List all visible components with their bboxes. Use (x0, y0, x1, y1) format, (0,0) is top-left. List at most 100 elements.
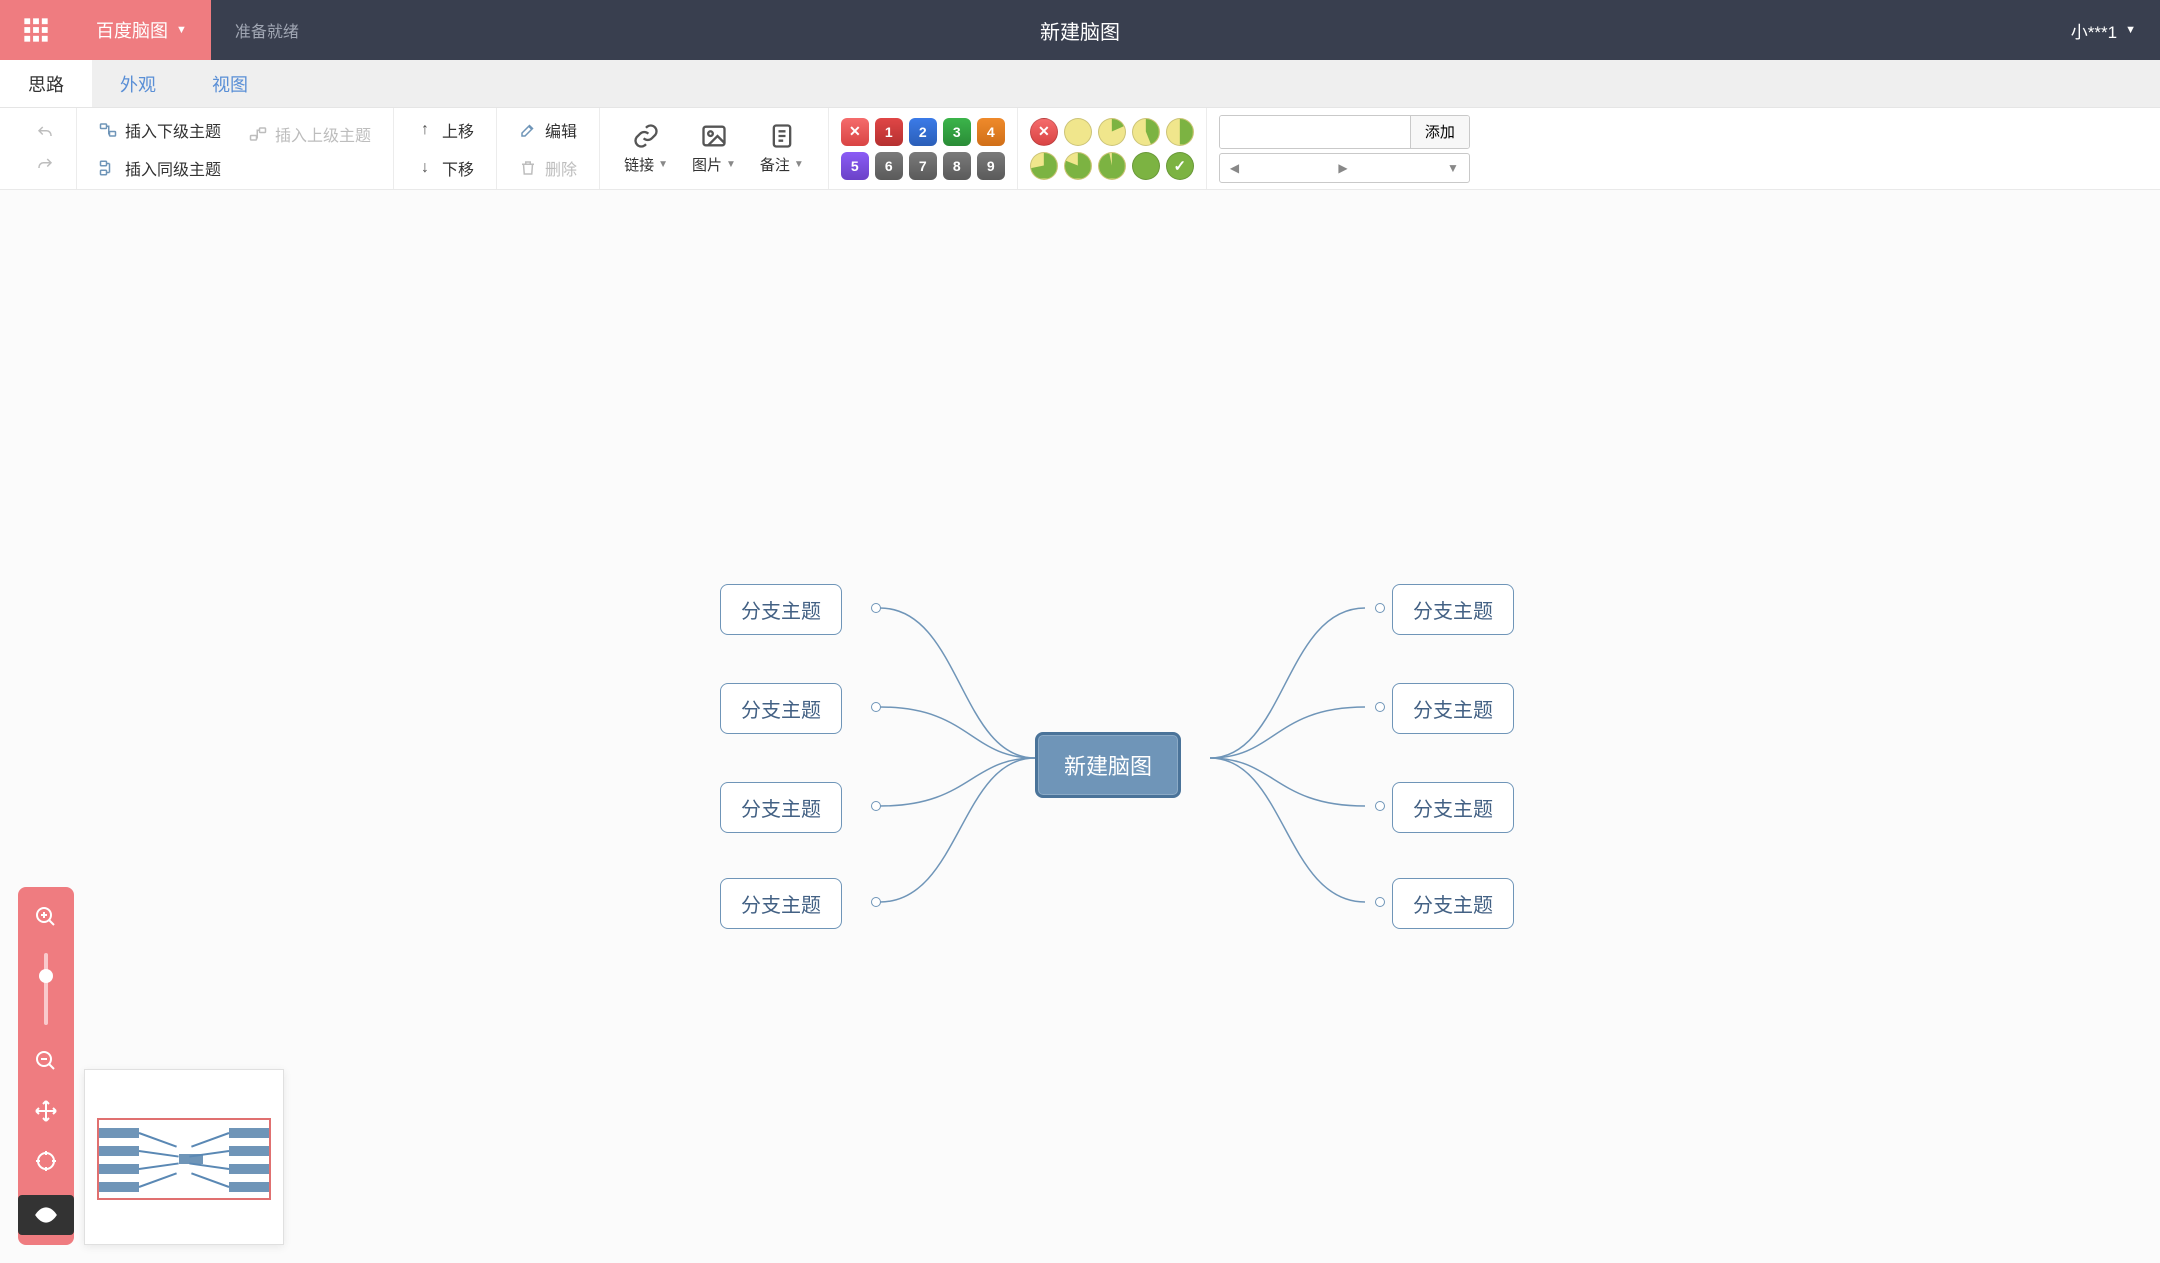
zoom-in-button[interactable] (26, 897, 66, 937)
mindmap-branch-node[interactable]: 分支主题 (720, 683, 842, 734)
connector-dot (871, 702, 881, 712)
priority-2-button[interactable]: 2 (909, 118, 937, 146)
child-node-icon (99, 121, 117, 139)
status-text: 准备就绪 (211, 18, 299, 42)
zoom-out-button[interactable] (26, 1041, 66, 1081)
progress-clear-button[interactable] (1030, 118, 1058, 146)
mindmap-center-node[interactable]: 新建脑图 (1035, 732, 1181, 798)
image-dropdown[interactable]: 图片▼ (680, 118, 748, 179)
progress-1-button[interactable] (1098, 118, 1126, 146)
zoom-in-icon (34, 905, 58, 929)
move-down-button[interactable]: ↓ 下移 (406, 152, 484, 184)
app-header: 百度脑图 ▼ 准备就绪 新建脑图 小***1 ▼ (0, 0, 2160, 60)
mindmap-branch-node[interactable]: 分支主题 (1392, 878, 1514, 929)
priority-3-button[interactable]: 3 (943, 118, 971, 146)
connector-dot (871, 603, 881, 613)
slider-thumb[interactable] (39, 969, 53, 983)
tab-appearance[interactable]: 外观 (92, 60, 184, 107)
trash-icon (519, 159, 537, 177)
priority-clear-button[interactable]: ✕ (841, 118, 869, 146)
resource-group: 添加 ◀ ▶ ▼ (1207, 108, 1482, 189)
minimap[interactable] (84, 1069, 284, 1245)
caret-down-icon: ▼ (2125, 24, 2136, 36)
priority-1-button[interactable]: 1 (875, 118, 903, 146)
resource-add-button[interactable]: 添加 (1410, 116, 1469, 148)
insert-sibling-button[interactable]: 插入同级主题 (89, 152, 231, 184)
toolbar: 插入下级主题 插入同级主题 插入上级主题 ↑ 上移 ↓ 下移 (0, 108, 2160, 190)
brand-dropdown[interactable]: 百度脑图 ▼ (72, 0, 211, 60)
resource-dropdown[interactable]: ◀ ▶ ▼ (1219, 153, 1470, 183)
user-menu-button[interactable]: 小***1 ▼ (2047, 18, 2160, 43)
minimap-viewport[interactable] (97, 1118, 271, 1200)
progress-3-button[interactable] (1166, 118, 1194, 146)
attach-group: 链接▼ 图片▼ 备注▼ (600, 108, 829, 189)
priority-8-button[interactable]: 8 (943, 152, 971, 180)
progress-2-button[interactable] (1132, 118, 1160, 146)
progress-5-button[interactable] (1064, 152, 1092, 180)
sibling-node-icon (99, 159, 117, 177)
triangle-right-icon: ▶ (1338, 161, 1347, 175)
tab-view[interactable]: 视图 (184, 60, 276, 107)
delete-button[interactable]: 删除 (509, 152, 587, 184)
progress-4-button[interactable] (1030, 152, 1058, 180)
redo-icon (36, 156, 54, 174)
edit-group: 编辑 删除 (497, 108, 600, 189)
pan-button[interactable] (26, 1091, 66, 1131)
arrow-down-icon: ↓ (416, 159, 434, 177)
resource-input[interactable] (1220, 116, 1410, 148)
progress-0-button[interactable] (1064, 118, 1092, 146)
edit-button[interactable]: 编辑 (509, 114, 587, 146)
move-icon (34, 1099, 58, 1123)
connector-dot (1375, 603, 1385, 613)
mindmap-branch-node[interactable]: 分支主题 (720, 584, 842, 635)
tab-idea[interactable]: 思路 (0, 60, 92, 107)
pencil-icon (519, 121, 537, 139)
brand-label: 百度脑图 (96, 17, 168, 43)
image-icon (700, 122, 728, 150)
mindmap-branch-node[interactable]: 分支主题 (720, 782, 842, 833)
caret-down-icon: ▼ (1447, 161, 1459, 175)
priority-6-button[interactable]: 6 (875, 152, 903, 180)
priority-group: ✕ 1 2 3 4 5 6 7 8 9 (829, 108, 1018, 189)
note-dropdown[interactable]: 备注▼ (748, 118, 816, 179)
mindmap-branch-node[interactable]: 分支主题 (1392, 683, 1514, 734)
parent-node-icon (249, 125, 267, 143)
mindmap-branch-node[interactable]: 分支主题 (1392, 584, 1514, 635)
redo-button[interactable] (26, 152, 64, 178)
app-menu-button[interactable] (0, 0, 72, 60)
mindmap-canvas[interactable]: 新建脑图 分支主题 分支主题 分支主题 分支主题 分支主题 分支主题 分支主题 … (0, 190, 2160, 1263)
mindmap-branch-node[interactable]: 分支主题 (720, 878, 842, 929)
link-dropdown[interactable]: 链接▼ (612, 118, 680, 179)
priority-4-button[interactable]: 4 (977, 118, 1005, 146)
zoom-slider[interactable] (44, 953, 48, 1025)
target-icon (34, 1149, 58, 1173)
zoom-out-icon (34, 1049, 58, 1073)
undo-button[interactable] (26, 120, 64, 146)
zoom-nav-panel (18, 887, 74, 1245)
connector-dot (1375, 702, 1385, 712)
caret-down-icon: ▼ (658, 159, 668, 170)
caret-down-icon: ▼ (794, 159, 804, 170)
progress-7-button[interactable] (1132, 152, 1160, 180)
connector-dot (871, 897, 881, 907)
mindmap-connectors (0, 190, 2160, 1263)
insert-parent-button[interactable]: 插入上级主题 (239, 118, 381, 150)
locate-button[interactable] (26, 1141, 66, 1181)
priority-7-button[interactable]: 7 (909, 152, 937, 180)
toggle-minimap-button[interactable] (18, 1195, 74, 1235)
move-up-button[interactable]: ↑ 上移 (406, 114, 484, 146)
document-title[interactable]: 新建脑图 (1040, 16, 1120, 45)
caret-down-icon: ▼ (176, 24, 187, 36)
insert-child-button[interactable]: 插入下级主题 (89, 114, 231, 146)
connector-dot (1375, 801, 1385, 811)
progress-6-button[interactable] (1098, 152, 1126, 180)
arrow-up-icon: ↑ (416, 121, 434, 139)
mindmap-branch-node[interactable]: 分支主题 (1392, 782, 1514, 833)
connector-dot (871, 801, 881, 811)
priority-5-button[interactable]: 5 (841, 152, 869, 180)
progress-done-button[interactable] (1166, 152, 1194, 180)
undo-icon (36, 124, 54, 142)
progress-group (1018, 108, 1207, 189)
priority-9-button[interactable]: 9 (977, 152, 1005, 180)
note-icon (768, 122, 796, 150)
